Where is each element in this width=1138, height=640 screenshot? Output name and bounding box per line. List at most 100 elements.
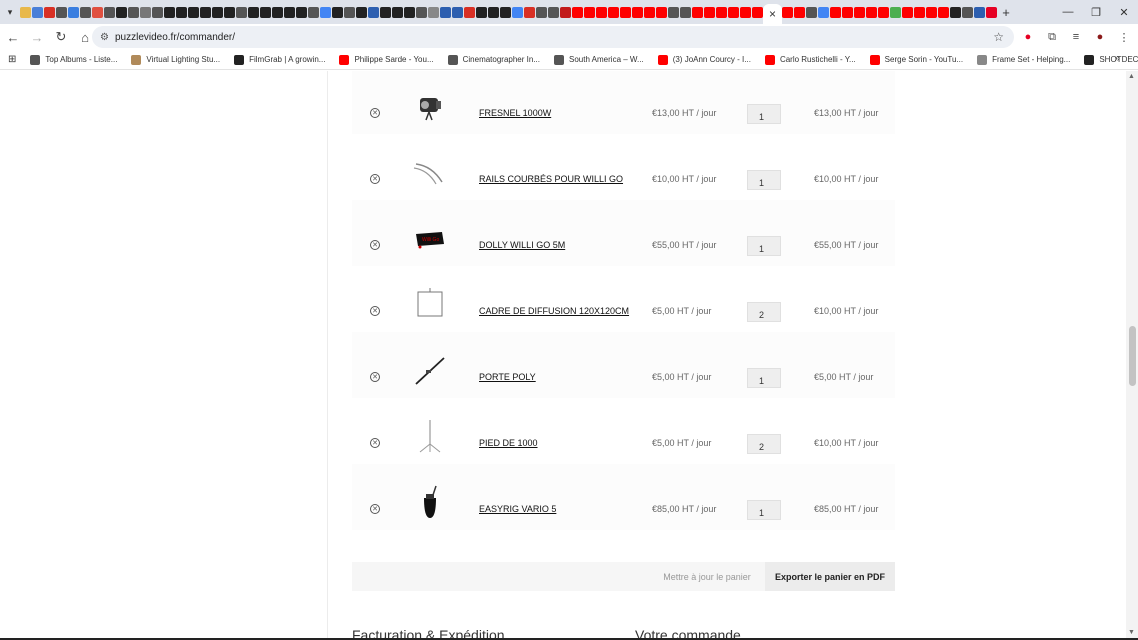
tab-favicon-icon[interactable] xyxy=(368,6,379,18)
menu-icon[interactable]: ⋮ xyxy=(1116,29,1132,45)
tab-favicon-icon[interactable] xyxy=(902,6,914,18)
tab-favicon-icon[interactable] xyxy=(404,6,415,18)
tab-favicon-icon[interactable] xyxy=(464,6,475,18)
tab-favicon-icon[interactable] xyxy=(296,6,307,18)
quantity-input[interactable] xyxy=(747,104,781,124)
tab-favicon-icon[interactable] xyxy=(608,6,619,18)
bookmark-item[interactable]: Carlo Rustichelli - Y... xyxy=(764,54,856,65)
bookmark-item[interactable]: South America – W... xyxy=(553,54,644,65)
tab-favicon-icon[interactable] xyxy=(56,6,67,18)
tab-favicon-icon[interactable] xyxy=(428,6,439,18)
bookmark-item[interactable]: Top Albums - Liste... xyxy=(30,54,117,65)
product-thumbnail[interactable] xyxy=(412,418,448,454)
tab-favicon-icon[interactable] xyxy=(152,6,163,18)
tab-favicon-icon[interactable] xyxy=(716,6,727,18)
tab-favicon-icon[interactable] xyxy=(986,6,998,18)
product-thumbnail[interactable] xyxy=(412,286,448,322)
tab-favicon-icon[interactable] xyxy=(344,6,355,18)
tab-favicon-icon[interactable] xyxy=(320,6,331,18)
scroll-up-icon[interactable]: ▲ xyxy=(1128,73,1135,80)
remove-item-icon[interactable]: ✕ xyxy=(370,108,380,118)
bookmark-item[interactable]: FilmGrab | A growin... xyxy=(234,54,325,65)
tab-favicon-icon[interactable] xyxy=(680,6,691,18)
product-thumbnail[interactable] xyxy=(412,352,448,388)
product-thumbnail[interactable] xyxy=(412,88,448,124)
new-tab-button[interactable]: + xyxy=(997,0,1015,24)
minimize-icon[interactable]: — xyxy=(1054,0,1082,24)
update-cart-button[interactable]: Mettre à jour le panier xyxy=(650,562,764,591)
tab-favicon-icon[interactable] xyxy=(236,6,247,18)
tab-favicon-icon[interactable] xyxy=(332,6,343,18)
tab-favicon-icon[interactable] xyxy=(356,6,367,18)
bookmark-item[interactable]: Frame Set - Helping... xyxy=(977,54,1070,65)
tab-favicon-icon[interactable] xyxy=(938,6,950,18)
bookmark-item[interactable]: SHOTDECK :: Fully S... xyxy=(1084,54,1138,65)
tab-favicon-icon[interactable] xyxy=(926,6,938,18)
product-name-link[interactable]: EASYRIG VARIO 5 xyxy=(479,504,556,514)
tab-favicon-icon[interactable] xyxy=(548,6,559,18)
tab-favicon-icon[interactable] xyxy=(188,6,199,18)
bookmark-star-icon[interactable]: ☆ xyxy=(993,30,1004,44)
tab-favicon-icon[interactable] xyxy=(32,6,43,18)
tab-favicon-icon[interactable] xyxy=(806,6,818,18)
tab-favicon-icon[interactable] xyxy=(740,6,751,18)
extensions-icon[interactable]: ⧉ xyxy=(1044,29,1060,45)
product-name-link[interactable]: PIED DE 1000 xyxy=(479,438,538,448)
more-bookmarks-icon[interactable]: » xyxy=(1114,53,1120,64)
product-thumbnail[interactable]: Willi Go xyxy=(412,220,448,256)
tab-favicon-icon[interactable] xyxy=(962,6,974,18)
tab-favicon-icon[interactable] xyxy=(260,6,271,18)
tab-favicon-icon[interactable] xyxy=(164,6,175,18)
tab-favicon-icon[interactable] xyxy=(512,6,523,18)
tab-favicon-icon[interactable] xyxy=(248,6,259,18)
tab-favicon-icon[interactable] xyxy=(20,6,31,18)
scrollbar-thumb[interactable] xyxy=(1129,326,1136,386)
tab-favicon-icon[interactable] xyxy=(212,6,223,18)
tab-favicon-icon[interactable] xyxy=(818,6,830,18)
quantity-input[interactable] xyxy=(747,236,781,256)
tab-favicon-icon[interactable] xyxy=(842,6,854,18)
tab-favicon-icon[interactable] xyxy=(560,6,571,18)
product-name-link[interactable]: RAILS COURBÉS POUR WILLI GO xyxy=(479,174,623,184)
restore-icon[interactable]: ❐ xyxy=(1082,0,1110,24)
close-window-icon[interactable]: ✕ xyxy=(1110,0,1138,24)
tab-favicon-icon[interactable] xyxy=(572,6,583,18)
tab-favicon-icon[interactable] xyxy=(950,6,962,18)
tab-favicon-icon[interactable] xyxy=(284,6,295,18)
remove-item-icon[interactable]: ✕ xyxy=(370,240,380,250)
tab-favicon-icon[interactable] xyxy=(416,6,427,18)
tab-favicon-icon[interactable] xyxy=(620,6,631,18)
remove-item-icon[interactable]: ✕ xyxy=(370,372,380,382)
bookmark-item[interactable]: Philippe Sarde - You... xyxy=(339,54,434,65)
scrollbar[interactable]: ▲ ▼ xyxy=(1126,71,1138,640)
tab-favicon-icon[interactable] xyxy=(878,6,890,18)
tab-favicon-icon[interactable] xyxy=(92,6,103,18)
tab-favicon-icon[interactable] xyxy=(914,6,926,18)
reload-icon[interactable]: ↻ xyxy=(50,26,72,48)
tab-favicon-icon[interactable] xyxy=(644,6,655,18)
tab-favicon-icon[interactable] xyxy=(440,6,451,18)
tab-favicon-icon[interactable] xyxy=(524,6,535,18)
remove-item-icon[interactable]: ✕ xyxy=(370,438,380,448)
remove-item-icon[interactable]: ✕ xyxy=(370,174,380,184)
media-control-icon[interactable]: ≡ xyxy=(1068,29,1084,45)
address-bar[interactable]: ⚙ puzzlevideo.fr/commander/ ☆ xyxy=(92,26,1014,48)
close-tab-icon[interactable]: × xyxy=(769,7,776,21)
tab-favicon-icon[interactable] xyxy=(380,6,391,18)
bookmark-item[interactable]: Virtual Lighting Stu... xyxy=(131,54,220,65)
tab-favicon-icon[interactable] xyxy=(116,6,127,18)
tab-favicon-icon[interactable] xyxy=(866,6,878,18)
tab-favicon-icon[interactable] xyxy=(752,6,763,18)
product-name-link[interactable]: FRESNEL 1000W xyxy=(479,108,551,118)
tab-favicon-icon[interactable] xyxy=(500,6,511,18)
tab-favicon-icon[interactable] xyxy=(890,6,902,18)
tab-favicon-icon[interactable] xyxy=(44,6,55,18)
product-thumbnail[interactable] xyxy=(412,154,448,190)
tab-favicon-icon[interactable] xyxy=(200,6,211,18)
profile-avatar[interactable]: ● xyxy=(1092,29,1108,45)
tab-favicon-icon[interactable] xyxy=(104,6,115,18)
back-icon[interactable]: ← xyxy=(2,26,24,48)
tab-favicon-icon[interactable] xyxy=(272,6,283,18)
remove-item-icon[interactable]: ✕ xyxy=(370,504,380,514)
tab-favicon-icon[interactable] xyxy=(488,6,499,18)
